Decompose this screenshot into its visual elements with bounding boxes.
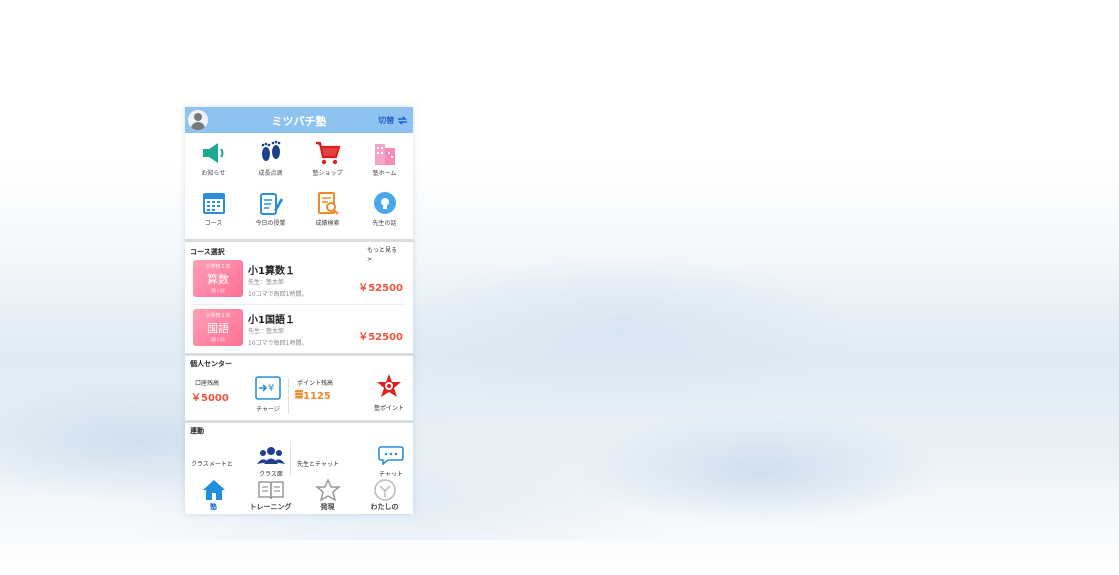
svg-text:¥: ¥: [268, 383, 274, 394]
people-group-icon: [257, 447, 285, 464]
grid-label: 成績検索: [315, 220, 340, 227]
course-teacher: 先生：塾太郎: [248, 328, 285, 335]
grid-label: コース: [204, 220, 223, 227]
course-name: 小1算数１: [248, 266, 295, 277]
juku-points-label: 塾ポイント: [373, 405, 404, 412]
course-description: 10コマで毎回1時間。: [248, 291, 308, 298]
coin-stack-icon: [295, 390, 303, 399]
points-label: ポイント残高: [297, 380, 334, 387]
tab-training[interactable]: トレーニング: [242, 476, 299, 514]
grid-label: 先生の話: [372, 220, 397, 227]
grid-item-teacher-talk[interactable]: 先生の話: [356, 189, 413, 239]
feature-grid: お知らせ 成長点滴 塾ショップ 塾ホーム コース 今日の授業 成績検索 先生の話: [185, 133, 413, 239]
grid-item-grade-search[interactable]: 成績検索: [299, 189, 356, 239]
thumb-grade: 小学校１年: [205, 264, 231, 270]
thumb-grade: 小学校１年: [205, 313, 231, 319]
lightbulb-icon: [373, 192, 396, 214]
thumb-subject: 算数: [207, 273, 229, 286]
points-value: 1125: [303, 391, 331, 402]
class-group-button[interactable]: クラス面: [255, 445, 287, 478]
grid-label: 塾ショップ: [312, 170, 343, 177]
speaker-icon: [202, 143, 223, 163]
notebook-pen-icon: [259, 193, 283, 215]
course-teacher: 先生：塾太郎: [248, 279, 285, 286]
background-clouds: [0, 140, 1119, 540]
grid-item-home[interactable]: 塾ホーム: [356, 139, 413, 189]
personal-center: 口座残高 ￥5000 ¥ チャージ ポイント残高 1125 塾ポイント: [185, 370, 413, 420]
juku-points-button[interactable]: 塾ポイント: [369, 373, 409, 412]
grid-item-notice[interactable]: お知らせ: [185, 139, 242, 189]
balance-label: 口座残高: [195, 380, 220, 387]
course-thumbnail: 小学校１年 算数 （第１回）: [193, 260, 243, 297]
cart-icon: [315, 141, 340, 165]
grid-label: 今日の授業: [255, 220, 286, 227]
home-icon: [202, 480, 225, 500]
course-item[interactable]: 小学校１年 算数 （第１回） 小1算数１ 先生：塾太郎 10コマで毎回1時間。 …: [193, 256, 405, 305]
building-icon: [374, 144, 395, 165]
phone-screen: ミツバチ塾 切替 お知らせ 成長点滴 塾ショップ 塾ホーム コース 今日の授業 …: [185, 107, 413, 514]
app-header: ミツバチ塾 切替: [185, 107, 413, 133]
tab-discover[interactable]: 発現: [299, 476, 356, 514]
contact-section-header: 連動: [185, 423, 413, 437]
switch-arrows-icon: [398, 116, 407, 125]
course-thumbnail: 小学校１年 国語 （第１回）: [193, 309, 243, 346]
grid-item-today-class[interactable]: 今日の授業: [242, 189, 299, 239]
open-book-icon: [257, 481, 284, 500]
grid-label: 成長点滴: [258, 170, 283, 177]
section-title: 連動: [190, 427, 204, 435]
course-price: ￥52500: [358, 332, 403, 343]
switch-button[interactable]: 切替: [378, 115, 408, 126]
grid-label: お知らせ: [201, 170, 226, 177]
course-name: 小1国語１: [248, 315, 295, 326]
charge-label: チャージ: [256, 406, 280, 413]
balance-value: ￥5000: [191, 393, 229, 404]
classmates-label: クラスメートと: [191, 461, 233, 468]
chat-button[interactable]: チャット: [375, 445, 407, 478]
chat-bubble-icon: [378, 446, 404, 466]
personal-section-header: 個人センター: [185, 356, 413, 370]
grid-item-course[interactable]: コース: [185, 189, 242, 239]
switch-label: 切替: [378, 116, 395, 125]
charge-icon: ¥: [255, 376, 281, 400]
thumb-subject: 国語: [207, 322, 229, 335]
calendar-icon: [202, 193, 225, 214]
course-description: 10コマで毎回1時間。: [248, 340, 308, 347]
course-item[interactable]: 小学校１年 国語 （第１回） 小1国語１ 先生：塾太郎 10コマで毎回1時間。 …: [193, 305, 405, 353]
course-section-header: コース選択 もっと見る >: [185, 242, 413, 263]
thumb-session: （第１回）: [208, 337, 228, 342]
grid-label: 塾ホーム: [372, 170, 397, 177]
bottom-tab-bar: 塾 トレーニング 発現 わたしの: [185, 476, 413, 514]
grid-item-shop[interactable]: 塾ショップ: [299, 139, 356, 189]
badge-star-icon: [377, 374, 401, 397]
thumb-session: （第１回）: [208, 288, 228, 293]
document-search-icon: [317, 192, 339, 215]
profile-circle-icon: [373, 479, 396, 501]
points-value-row: 1125: [295, 389, 331, 402]
section-title: 個人センター: [190, 360, 232, 368]
tab-label: 発現: [320, 503, 335, 511]
footprints-icon: [261, 140, 280, 161]
tab-label: 塾: [210, 503, 217, 511]
tab-mine[interactable]: わたしの: [356, 476, 413, 514]
course-price: ￥52500: [358, 283, 403, 294]
star-outline-icon: [315, 479, 340, 501]
tab-juku[interactable]: 塾: [185, 476, 242, 514]
tab-label: わたしの: [370, 503, 399, 511]
tab-label: トレーニング: [249, 503, 292, 511]
teacher-chat-label: 先生とチャット: [297, 461, 339, 468]
charge-button[interactable]: ¥ チャージ: [253, 376, 283, 413]
grid-item-growth[interactable]: 成長点滴: [242, 139, 299, 189]
vertical-divider: [288, 378, 289, 414]
